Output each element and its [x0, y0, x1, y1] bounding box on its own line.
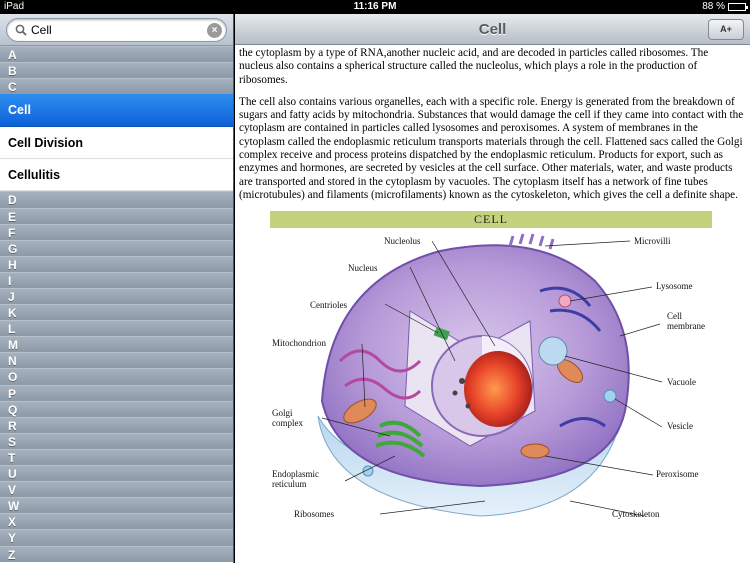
clock: 11:16 PM — [353, 1, 397, 12]
section-header-c: C — [0, 78, 233, 95]
label-vacuole: Vacuole — [667, 377, 696, 388]
label-golgi-2: complex — [272, 418, 303, 429]
section-header-s[interactable]: S — [0, 432, 233, 449]
label-membrane-1: Cell — [667, 311, 682, 322]
label-ribosomes: Ribosomes — [294, 509, 335, 520]
section-header-w[interactable]: W — [0, 497, 233, 514]
font-size-button[interactable]: A+ — [708, 19, 744, 40]
section-header-t[interactable]: T — [0, 448, 233, 466]
list-item[interactable]: Cell — [0, 94, 233, 127]
article-pane: Cell A+ the cytoplasm by a type of RNA,a… — [235, 14, 750, 563]
section-header-n[interactable]: N — [0, 352, 233, 369]
article-body: the cytoplasm by a type of RNA,another n… — [235, 45, 750, 202]
section-header-h[interactable]: H — [0, 255, 233, 272]
cell-diagram-image — [317, 233, 663, 517]
list-item[interactable]: Cellulitis — [0, 159, 233, 192]
section-header-a: A — [0, 46, 233, 63]
section-header-z[interactable]: Z — [0, 545, 233, 562]
section-header-x[interactable]: X — [0, 513, 233, 530]
battery-percent: 88 % — [702, 1, 725, 12]
section-header-d[interactable]: D — [0, 191, 233, 208]
section-header-q[interactable]: Q — [0, 400, 233, 417]
label-peroxisome: Peroxisome — [656, 469, 699, 480]
cell-illustration: CELL Nucleolus Nucleus Centrioles Mitoch… — [270, 211, 712, 541]
label-lysosome: Lysosome — [656, 281, 693, 292]
label-microvilli: Microvilli — [634, 236, 671, 247]
label-cytoskeleton: Cytoskeleton — [612, 509, 660, 520]
search-input[interactable] — [31, 23, 201, 37]
label-vesicle: Vesicle — [667, 421, 693, 432]
label-centrioles: Centrioles — [310, 300, 347, 311]
battery-status: 88 % — [702, 1, 748, 12]
section-header-y[interactable]: Y — [0, 529, 233, 546]
navigation-bar: Cell A+ — [235, 14, 750, 45]
section-header-b: B — [0, 62, 233, 79]
section-header-r[interactable]: R — [0, 416, 233, 433]
search-field[interactable]: × — [6, 18, 227, 42]
section-header-i[interactable]: I — [0, 271, 233, 289]
section-header-v[interactable]: V — [0, 481, 233, 498]
section-header-j[interactable]: J — [0, 288, 233, 305]
index-list: A B C Cell Cell Division Cellulitis D E F G H I J K L M… — [0, 46, 233, 562]
page-title: Cell — [478, 21, 507, 38]
section-header-m[interactable]: M — [0, 336, 233, 353]
list-item[interactable]: Cell Division — [0, 126, 233, 160]
section-header-p[interactable]: P — [0, 384, 233, 401]
battery-icon — [728, 2, 748, 11]
status-bar: iPad 11:16 PM 88 % — [0, 0, 750, 14]
label-nucleolus: Nucleolus — [384, 236, 421, 247]
section-header-f[interactable]: F — [0, 223, 233, 240]
sidebar: × ABCCellCell DivisionCellulitisDEFGHIJK… — [0, 14, 234, 563]
label-er-2: reticulum — [272, 479, 307, 490]
search-icon — [11, 20, 31, 40]
section-header-o[interactable]: O — [0, 368, 233, 385]
label-mitochondrion: Mitochondrion — [272, 338, 326, 349]
section-header-l[interactable]: L — [0, 320, 233, 337]
search-bar: × — [0, 14, 233, 46]
label-nucleus: Nucleus — [348, 263, 378, 274]
article-paragraph: The cell also contains various organelle… — [239, 95, 744, 201]
section-header-g[interactable]: G — [0, 239, 233, 256]
label-membrane-2: membrane — [667, 321, 705, 332]
section-header-u[interactable]: U — [0, 465, 233, 482]
label-er-1: Endoplasmic — [272, 469, 319, 480]
label-golgi-1: Golgi — [272, 408, 293, 419]
clear-search-icon[interactable]: × — [207, 23, 222, 38]
section-header-e[interactable]: E — [0, 207, 233, 224]
article-paragraph: the cytoplasm by a type of RNA,another n… — [239, 47, 709, 86]
figure-title: CELL — [270, 211, 712, 229]
section-header-k[interactable]: K — [0, 304, 233, 321]
